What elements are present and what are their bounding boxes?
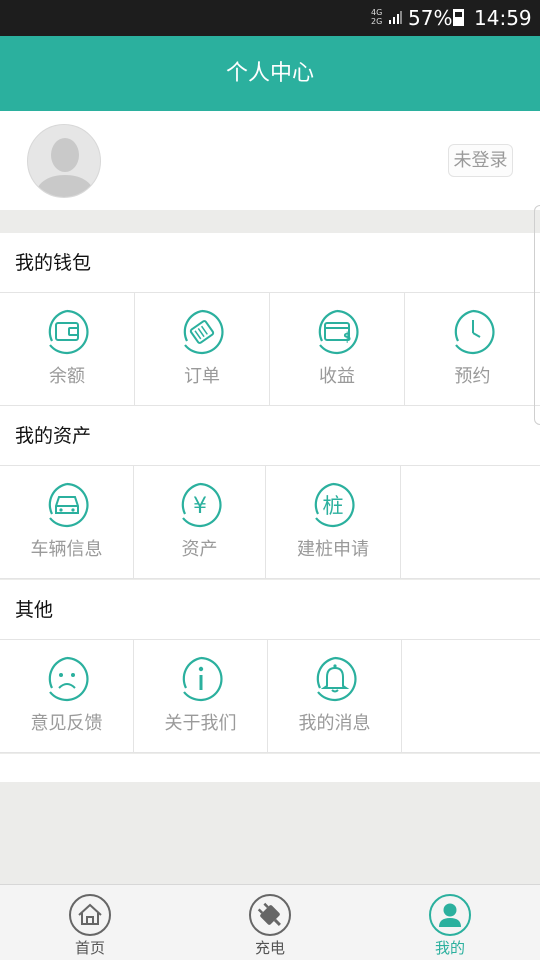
- battery-icon: [453, 9, 464, 26]
- tab-charge[interactable]: 充电: [180, 885, 360, 960]
- other-item-messages[interactable]: 我的消息: [268, 640, 402, 753]
- wallet-item-label: 订单: [184, 366, 220, 387]
- yuan-icon: ¥: [181, 482, 222, 528]
- battery-percent: 57%: [408, 6, 453, 30]
- info-icon: [182, 656, 223, 702]
- assets-item-label: 资产: [181, 539, 218, 560]
- wallet-grid: 余额 订单 $ 收益 预约: [0, 293, 540, 406]
- other-item-label: 关于我们: [164, 713, 237, 734]
- other-item-about[interactable]: 关于我们: [134, 640, 268, 753]
- wallet-item-balance[interactable]: 余额: [0, 293, 135, 406]
- earnings-card-icon: $: [318, 309, 359, 355]
- bell-icon: [316, 656, 357, 702]
- order-icon: [183, 309, 224, 355]
- user-placeholder-icon: [28, 125, 100, 197]
- tab-mine[interactable]: 我的: [360, 885, 540, 960]
- edge-panel-handle[interactable]: [534, 205, 540, 425]
- other-item-label: 意见反馈: [30, 713, 103, 734]
- car-icon: [48, 482, 89, 528]
- assets-grid: 车辆信息 ¥ 资产 桩 建桩申请: [0, 466, 540, 579]
- app-bar: 个人中心: [0, 36, 540, 111]
- tab-label: 首页: [74, 939, 105, 957]
- wallet-item-earnings[interactable]: $ 收益: [270, 293, 405, 406]
- clock: 14:59: [474, 6, 532, 30]
- wallet-item-orders[interactable]: 订单: [135, 293, 270, 406]
- other-item-feedback[interactable]: 意见反馈: [0, 640, 134, 753]
- status-bar: 4G 2G 57% 14:59: [0, 0, 540, 36]
- charging-plug-icon: [249, 894, 291, 936]
- clock-icon: [454, 309, 495, 355]
- user-icon: [429, 894, 471, 936]
- other-item-label: 我的消息: [298, 713, 371, 734]
- content-bottom-spacer: [0, 754, 540, 782]
- page-title: 个人中心: [225, 61, 314, 86]
- profile-card: 未登录: [0, 111, 540, 210]
- charging-pile-icon: 桩: [314, 482, 355, 528]
- svg-text:桩: 桩: [323, 494, 344, 518]
- assets-item-assets[interactable]: ¥ 资产: [134, 466, 266, 579]
- tab-label: 我的: [434, 939, 465, 957]
- section-title-assets: 我的资产: [0, 406, 540, 466]
- other-grid: 意见反馈 关于我们 我的消息: [0, 640, 540, 753]
- network-type: 4G 2G: [371, 8, 383, 26]
- wallet-item-label: 预约: [454, 366, 491, 387]
- signal-icon: [389, 11, 402, 24]
- assets-item-label: 建桩申请: [297, 539, 369, 560]
- tab-label: 充电: [254, 939, 285, 957]
- wallet-item-reservation[interactable]: 预约: [405, 293, 540, 406]
- wallet-item-label: 收益: [319, 366, 355, 387]
- wallet-item-label: 余额: [49, 366, 85, 387]
- assets-item-label: 车辆信息: [30, 539, 103, 560]
- login-button[interactable]: 未登录: [448, 144, 513, 177]
- bottom-tab-bar: 首页 充电 我的: [0, 884, 540, 960]
- tab-home[interactable]: 首页: [0, 885, 180, 960]
- assets-item-vehicle[interactable]: 车辆信息: [0, 466, 134, 579]
- svg-text:$: $: [343, 330, 351, 344]
- svg-text:¥: ¥: [193, 494, 207, 519]
- sad-face-icon: [48, 656, 89, 702]
- wallet-icon: [48, 309, 89, 355]
- section-title-other: 其他: [0, 580, 540, 640]
- home-icon: [69, 894, 111, 936]
- section-title-wallet: 我的钱包: [0, 233, 540, 293]
- avatar[interactable]: [27, 124, 101, 198]
- assets-item-pile-application[interactable]: 桩 建桩申请: [266, 466, 401, 579]
